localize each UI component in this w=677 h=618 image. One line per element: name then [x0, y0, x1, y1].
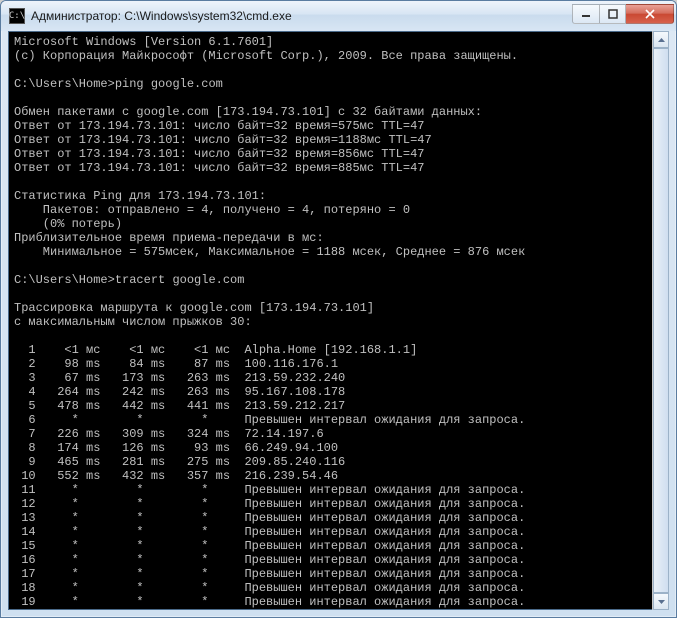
output-line: с максимальным числом прыжков 30:	[14, 315, 252, 329]
output-line: 9 465 ms 281 ms 275 ms 209.85.240.116	[14, 455, 345, 469]
output-line: Microsoft Windows [Version 6.1.7601]	[14, 35, 273, 49]
cmd-icon: C:\	[9, 8, 25, 24]
output-line: 20 * * * Превышен интервал ожидания для …	[14, 609, 525, 610]
output-line: Ответ от 173.194.73.101: число байт=32 в…	[14, 147, 424, 161]
scroll-down-button[interactable]	[653, 593, 669, 610]
output-line: (0% потерь)	[14, 217, 122, 231]
output-line: Приблизительное время приема-передачи в …	[14, 231, 324, 245]
command-text: tracert google.com	[115, 273, 245, 287]
chevron-down-icon	[658, 600, 665, 604]
close-button[interactable]	[626, 4, 674, 24]
titlebar[interactable]: C:\ Администратор: C:\Windows\system32\c…	[1, 1, 676, 31]
output-line: 19 * * * Превышен интервал ожидания для …	[14, 595, 525, 609]
output-line: 14 * * * Превышен интервал ожидания для …	[14, 525, 525, 539]
output-line: 4 264 ms 242 ms 263 ms 95.167.108.178	[14, 385, 345, 399]
maximize-icon	[608, 9, 618, 19]
vertical-scrollbar[interactable]	[652, 31, 669, 610]
output-line: (c) Корпорация Майкрософт (Microsoft Cor…	[14, 49, 518, 63]
minimize-icon	[581, 9, 591, 19]
maximize-button[interactable]	[600, 4, 626, 24]
output-line: 18 * * * Превышен интервал ожидания для …	[14, 581, 525, 595]
output-line: 15 * * * Превышен интервал ожидания для …	[14, 539, 525, 553]
scroll-thumb[interactable]	[653, 48, 669, 593]
output-line: 10 552 ms 432 ms 357 ms 216.239.54.46	[14, 469, 338, 483]
output-line: 3 67 ms 173 ms 263 ms 213.59.232.240	[14, 371, 345, 385]
output-line: 7 226 ms 309 ms 324 ms 72.14.197.6	[14, 427, 324, 441]
output-line: 12 * * * Превышен интервал ожидания для …	[14, 497, 525, 511]
window-controls	[572, 4, 674, 24]
prompt: C:\Users\Home>	[14, 273, 115, 287]
output-line: 5 478 ms 442 ms 441 ms 213.59.212.217	[14, 399, 345, 413]
output-line: 8 174 ms 126 ms 93 ms 66.249.94.100	[14, 441, 338, 455]
close-icon	[645, 9, 655, 19]
output-line: 11 * * * Превышен интервал ожидания для …	[14, 483, 525, 497]
output-line: Ответ от 173.194.73.101: число байт=32 в…	[14, 119, 424, 133]
minimize-button[interactable]	[572, 4, 600, 24]
output-line: Минимальное = 575мсек, Максимальное = 11…	[14, 245, 525, 259]
terminal-viewport[interactable]: Microsoft Windows [Version 6.1.7601] (c)…	[8, 31, 669, 610]
output-line: 13 * * * Превышен интервал ожидания для …	[14, 511, 525, 525]
window-title: Администратор: C:\Windows\system32\cmd.e…	[31, 9, 292, 23]
output-line: Трассировка маршрута к google.com [173.1…	[14, 301, 374, 315]
output-line: 16 * * * Превышен интервал ожидания для …	[14, 553, 525, 567]
output-line: 1 <1 мс <1 мс <1 мс Alpha.Home [192.168.…	[14, 343, 417, 357]
output-line: 6 * * * Превышен интервал ожидания для з…	[14, 413, 525, 427]
output-line: Обмен пакетами с google.com [173.194.73.…	[14, 105, 482, 119]
chevron-up-icon	[658, 38, 665, 42]
output-line: Пакетов: отправлено = 4, получено = 4, п…	[14, 203, 410, 217]
output-line: 2 98 ms 84 ms 87 ms 100.116.176.1	[14, 357, 338, 371]
output-line: Статистика Ping для 173.194.73.101:	[14, 189, 266, 203]
output-line: Ответ от 173.194.73.101: число байт=32 в…	[14, 161, 424, 175]
prompt: C:\Users\Home>	[14, 77, 115, 91]
cmd-window: C:\ Администратор: C:\Windows\system32\c…	[0, 0, 677, 618]
terminal-output: Microsoft Windows [Version 6.1.7601] (c)…	[14, 35, 663, 610]
scroll-up-button[interactable]	[653, 31, 669, 48]
output-line: 17 * * * Превышен интервал ожидания для …	[14, 567, 525, 581]
output-line: Ответ от 173.194.73.101: число байт=32 в…	[14, 133, 432, 147]
command-text: ping google.com	[115, 77, 223, 91]
